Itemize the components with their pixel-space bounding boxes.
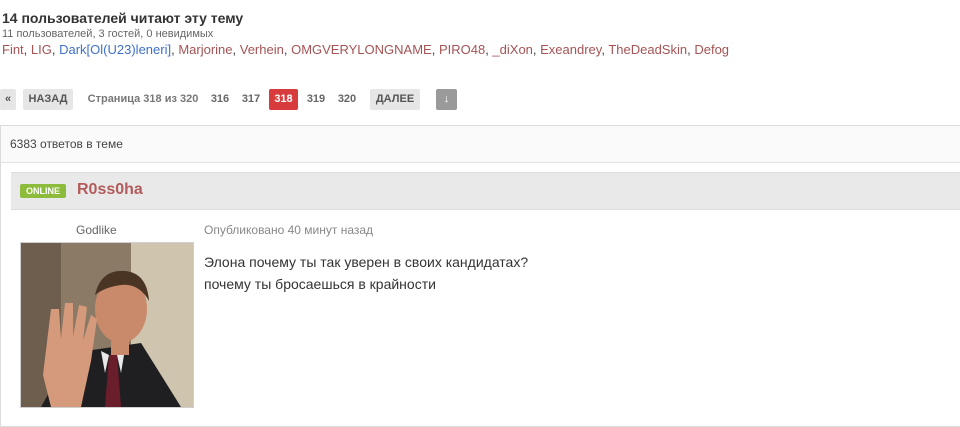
viewers-subtitle: 11 пользователей, 3 гостей, 0 невидимых — [2, 28, 214, 40]
post-header: ONLINE R0ss0ha — [11, 172, 960, 210]
viewer-link[interactable]: OMGVERYLONGNAME — [291, 42, 432, 57]
viewer-link[interactable]: LIG — [31, 42, 52, 57]
page-link[interactable]: 319 — [302, 89, 330, 110]
pagination: « НАЗАД Страница 318 из 320 316 317 318 … — [0, 89, 960, 110]
reply-count: 6383 ответов в теме — [1, 126, 960, 163]
post-line: почему ты бросаешься в крайности — [204, 276, 436, 292]
avatar[interactable] — [20, 242, 194, 408]
arrow-down-icon[interactable]: ↓ — [436, 89, 457, 110]
viewers-list: Fint, LIG, Dark[Ol(U23)leneri], Marjorin… — [2, 42, 952, 57]
page-link[interactable]: 320 — [333, 89, 361, 110]
viewer-link[interactable]: Defog — [694, 42, 729, 57]
next-page-button[interactable]: ДАЛЕЕ — [370, 89, 420, 110]
viewer-separator: , — [232, 42, 240, 57]
first-page-button[interactable]: « — [0, 89, 16, 110]
current-page[interactable]: 318 — [269, 89, 298, 110]
viewer-link[interactable]: Verhein — [240, 42, 284, 57]
avatar-image — [21, 243, 193, 407]
viewer-link[interactable]: TheDeadSkin — [608, 42, 687, 57]
viewer-separator: , — [23, 42, 31, 57]
viewer-link[interactable]: Exeandrey — [540, 42, 601, 57]
user-rank: Godlike — [76, 223, 117, 237]
viewer-link[interactable]: Fint — [2, 42, 24, 57]
viewer-link[interactable]: Marjorine — [178, 42, 232, 57]
prev-page-button[interactable]: НАЗАД — [23, 89, 73, 110]
viewer-link[interactable]: PIRO48 — [439, 42, 485, 57]
online-badge: ONLINE — [20, 184, 67, 198]
page-link[interactable]: 317 — [237, 89, 265, 110]
post-body: Элона почему ты так уверен в своих канди… — [204, 251, 528, 295]
page-info: Страница 318 из 320 — [87, 93, 199, 105]
page-link[interactable]: 316 — [206, 89, 234, 110]
post-line: Элона почему ты так уверен в своих канди… — [204, 254, 529, 270]
viewer-separator: , — [431, 42, 439, 57]
viewers-title: 14 пользователей читают эту тему — [2, 10, 244, 26]
viewer-separator: , — [283, 42, 292, 57]
viewer-link[interactable]: _diXon — [492, 42, 532, 57]
viewer-link[interactable]: Dark[Ol(U23)leneri] — [59, 42, 171, 57]
post-date: Опубликовано 40 минут назад — [204, 223, 374, 237]
author-name[interactable]: R0ss0ha — [77, 181, 143, 199]
